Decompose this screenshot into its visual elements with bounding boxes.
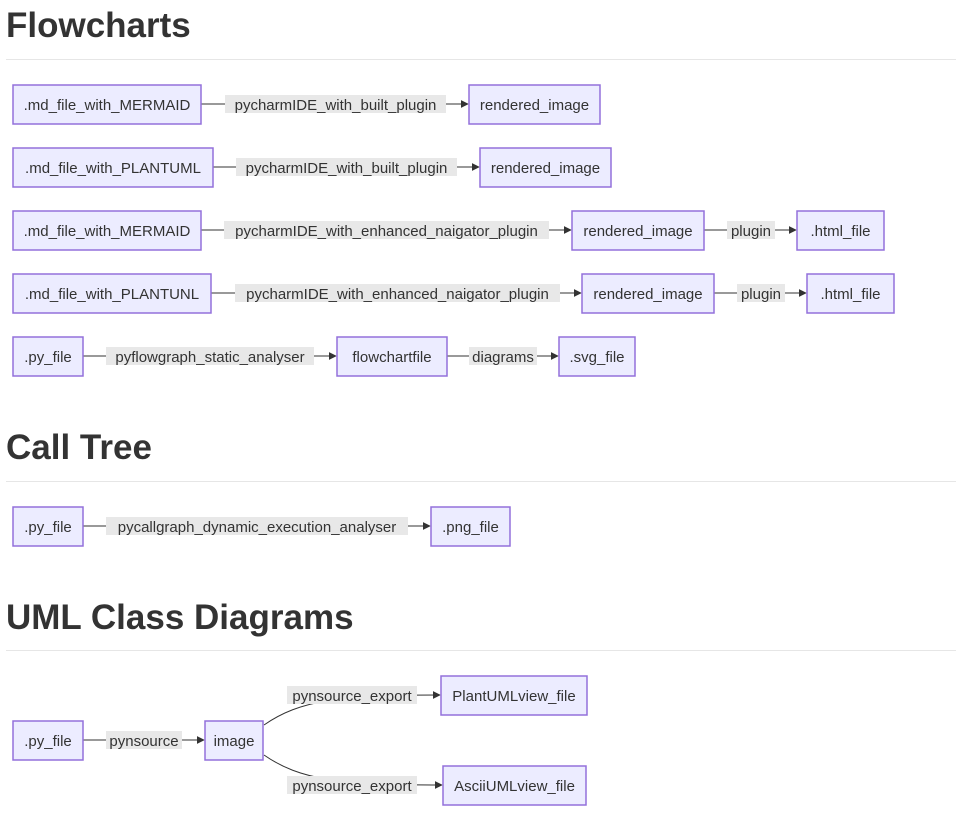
edge-label-text: pycharmIDE_with_enhanced_naigator_plugin bbox=[246, 286, 549, 303]
node-label: .md_file_with_PLANTUML bbox=[25, 160, 201, 177]
edge-label: pynsource_export bbox=[287, 776, 417, 795]
node-label: image bbox=[214, 733, 255, 750]
node-py-file[interactable]: .py_file bbox=[12, 336, 84, 377]
node-rendered-image[interactable]: rendered_image bbox=[468, 84, 601, 125]
edge-label-text: pycharmIDE_with_built_plugin bbox=[246, 160, 448, 177]
node-label: .md_file_with_MERMAID bbox=[24, 223, 191, 240]
edge-label-text: pynsource bbox=[109, 733, 178, 750]
node-label: rendered_image bbox=[593, 286, 702, 303]
node-image[interactable]: image bbox=[204, 720, 264, 761]
edge-label-text: pyflowgraph_static_analyser bbox=[115, 349, 304, 366]
node-source[interactable]: .md_file_with_MERMAID bbox=[12, 210, 202, 251]
node-label: rendered_image bbox=[491, 160, 600, 177]
edge-label-text: diagrams bbox=[472, 349, 534, 366]
edge-label-text: plugin bbox=[731, 223, 771, 240]
flowchart-row-2: pycharmIDE_with_built_plugin .md_file_wi… bbox=[12, 147, 612, 188]
edge-label: pynsource bbox=[106, 731, 182, 750]
edge-label-text: pynsource_export bbox=[292, 688, 412, 705]
flowchart-row-4: pycharmIDE_with_enhanced_naigator_plugin… bbox=[12, 273, 895, 314]
flowchart-row-5: pyflowgraph_static_analyser diagrams .py… bbox=[12, 336, 636, 377]
edge-label-text: pynsource_export bbox=[292, 778, 412, 795]
node-label: PlantUMLview_file bbox=[452, 688, 575, 705]
node-label: .py_file bbox=[24, 733, 72, 750]
node-py-file[interactable]: .py_file bbox=[12, 506, 84, 547]
node-label: .py_file bbox=[24, 519, 72, 536]
node-source[interactable]: .md_file_with_MERMAID bbox=[12, 84, 202, 125]
edge-label: plugin bbox=[737, 284, 785, 303]
node-label: .html_file bbox=[810, 223, 870, 240]
flowchart-row-3: pycharmIDE_with_enhanced_naigator_plugin… bbox=[12, 210, 885, 251]
node-html-file[interactable]: .html_file bbox=[806, 273, 895, 314]
node-svg-file[interactable]: .svg_file bbox=[558, 336, 636, 377]
node-label: flowchartfile bbox=[352, 349, 431, 366]
edge-label: pycharmIDE_with_enhanced_naigator_plugin bbox=[235, 284, 560, 303]
edge-label-text: pycharmIDE_with_built_plugin bbox=[235, 97, 437, 114]
edge-label: pycharmIDE_with_built_plugin bbox=[236, 158, 457, 177]
node-flowchartfile[interactable]: flowchartfile bbox=[336, 336, 448, 377]
edge-label-text: plugin bbox=[741, 286, 781, 303]
edge-label-text: pycharmIDE_with_enhanced_naigator_plugin bbox=[235, 223, 538, 240]
flowchart-row-1: pycharmIDE_with_built_plugin .md_file_wi… bbox=[12, 84, 601, 125]
node-label: .md_file_with_PLANTUNL bbox=[25, 286, 199, 303]
node-py-file[interactable]: .py_file bbox=[12, 720, 84, 761]
node-label: rendered_image bbox=[583, 223, 692, 240]
edge-label: pynsource_export bbox=[287, 686, 417, 705]
node-label: .md_file_with_MERMAID bbox=[24, 97, 191, 114]
edge-label: pyflowgraph_static_analyser bbox=[106, 347, 314, 366]
edge-label-text: pycallgraph_dynamic_execution_analyser bbox=[118, 519, 397, 536]
diagrams-canvas: pycharmIDE_with_built_plugin .md_file_wi… bbox=[12, 84, 895, 806]
edge-label: pycallgraph_dynamic_execution_analyser bbox=[106, 517, 408, 536]
edge-label: diagrams bbox=[469, 347, 537, 366]
node-source[interactable]: .md_file_with_PLANTUNL bbox=[12, 273, 212, 314]
edge-label: plugin bbox=[727, 221, 775, 240]
node-label: AsciiUMLview_file bbox=[454, 778, 575, 795]
node-html-file[interactable]: .html_file bbox=[796, 210, 885, 251]
node-label: .html_file bbox=[820, 286, 880, 303]
node-label: .svg_file bbox=[569, 349, 624, 366]
node-label: rendered_image bbox=[480, 97, 589, 114]
node-rendered-image[interactable]: rendered_image bbox=[479, 147, 612, 188]
node-asciiumlview-file[interactable]: AsciiUMLview_file bbox=[442, 765, 587, 806]
node-source[interactable]: .md_file_with_PLANTUML bbox=[12, 147, 214, 188]
node-rendered-image[interactable]: rendered_image bbox=[571, 210, 705, 251]
uml-diagram: pynsource pynsource_export pynsource_exp… bbox=[12, 675, 588, 806]
node-png-file[interactable]: .png_file bbox=[430, 506, 511, 547]
node-label: .png_file bbox=[442, 519, 499, 536]
edge-label: pycharmIDE_with_built_plugin bbox=[225, 95, 446, 114]
node-plantumlview-file[interactable]: PlantUMLview_file bbox=[440, 675, 588, 716]
node-rendered-image[interactable]: rendered_image bbox=[581, 273, 715, 314]
edge-label: pycharmIDE_with_enhanced_naigator_plugin bbox=[224, 221, 549, 240]
node-label: .py_file bbox=[24, 349, 72, 366]
calltree-row: pycallgraph_dynamic_execution_analyser .… bbox=[12, 506, 511, 547]
